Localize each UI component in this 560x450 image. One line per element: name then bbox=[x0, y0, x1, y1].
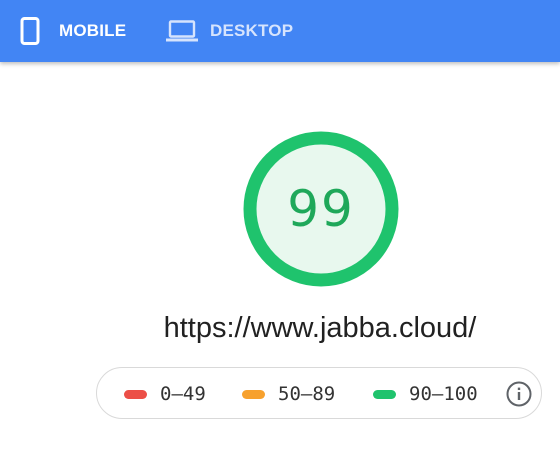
legend-item-pass: 90–100 bbox=[373, 368, 478, 420]
info-icon[interactable] bbox=[505, 380, 533, 408]
legend-item-average: 50–89 bbox=[242, 368, 335, 420]
tab-mobile-label: MOBILE bbox=[59, 21, 127, 40]
legend-item-fail: 0–49 bbox=[124, 368, 206, 420]
red-swatch bbox=[124, 389, 147, 399]
score-gauge: 99 bbox=[242, 130, 400, 288]
tab-desktop[interactable]: DESKTOP bbox=[166, 0, 293, 62]
device-tab-bar: MOBILE DESKTOP bbox=[0, 0, 560, 62]
green-swatch bbox=[373, 389, 396, 399]
tab-desktop-label: DESKTOP bbox=[210, 21, 294, 40]
tested-url: https://www.jabba.cloud/ bbox=[163, 312, 477, 344]
laptop-icon bbox=[166, 19, 198, 43]
phone-icon bbox=[20, 17, 40, 45]
legend-range-average: 50–89 bbox=[278, 383, 336, 405]
performance-score: 99 bbox=[287, 180, 355, 238]
orange-swatch bbox=[242, 389, 265, 399]
score-legend: 0–49 50–89 90–100 bbox=[96, 367, 542, 419]
legend-range-pass: 90–100 bbox=[409, 383, 478, 405]
tab-mobile[interactable]: MOBILE bbox=[20, 0, 126, 62]
legend-range-fail: 0–49 bbox=[160, 383, 206, 405]
